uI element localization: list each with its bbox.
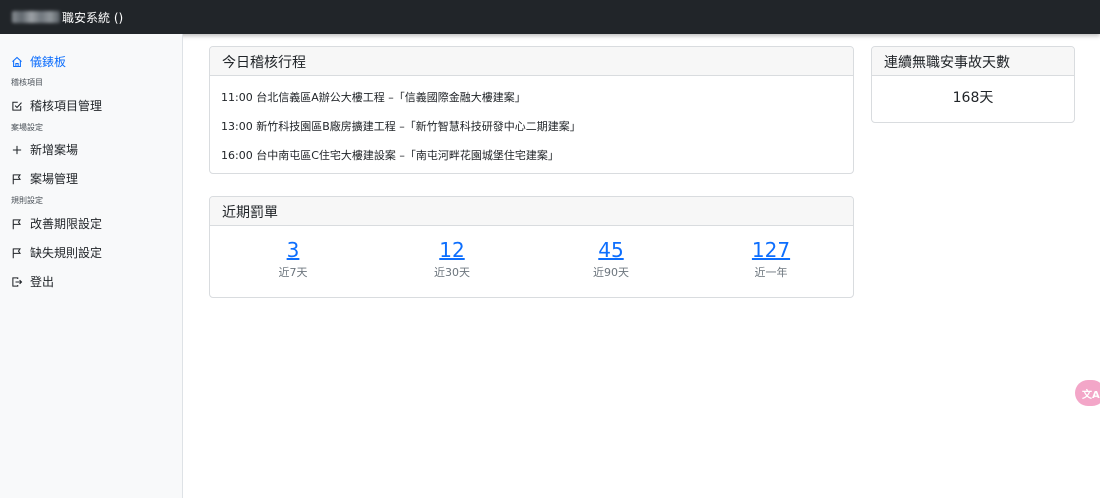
sidebar-item-add-site[interactable]: 新增案場 [10,141,78,158]
penalty-stat-1y: 127 近一年 [696,237,846,280]
sidebar-label: 案場管理 [30,172,79,186]
sidebar-label: 缺失規則設定 [30,246,103,260]
translate-icon: 文A [1082,389,1100,401]
safety-days-value: 168天 [952,90,994,106]
sidebar-section-site: 案場設定 [11,123,43,132]
schedule-card: 今日稽核行程 11:00 台北信義區A辦公大樓工程 –「信義國際金融大樓建案」 … [209,46,854,174]
house-icon [10,55,24,69]
sidebar-section-inspection: 稽核項目 [11,78,43,87]
sidebar-item-defect-rules[interactable]: 缺失規則設定 [10,244,102,261]
flag-icon [10,217,24,231]
card-title: 今日稽核行程 [210,47,853,76]
box-arrow-right-icon [10,275,24,289]
sidebar-label: 儀錶板 [30,55,67,69]
penalty-stat-90d: 45 近90天 [536,237,686,280]
sidebar-label: 改善期限設定 [30,217,103,231]
redacted-name [12,11,60,23]
sidebar-item-logout[interactable]: 登出 [10,273,54,290]
card-title: 連續無職安事故天數 [872,47,1074,76]
app-title: 職安系統 () [62,10,124,25]
translate-float-button[interactable]: 文A [1075,380,1100,406]
penalty-period-label: 近7天 [278,266,308,279]
penalty-count-link[interactable]: 12 [377,237,527,263]
sidebar-item-inspection-manage[interactable]: 稽核項目管理 [10,97,102,114]
sidebar-label: 稽核項目管理 [30,99,103,113]
schedule-item: 13:00 新竹科技園區B廠房擴建工程 –「新竹智慧科技研發中心二期建案」 [221,120,581,133]
sidebar-item-dashboard[interactable]: 儀錶板 [10,53,66,70]
plus-icon [10,143,24,157]
penalty-count-link[interactable]: 127 [696,237,846,263]
safety-days-card: 連續無職安事故天數 168天 [871,46,1075,123]
penalty-stat-7d: 3 近7天 [218,237,368,280]
penalties-card: 近期罰單 3 近7天 12 近30天 45 近90天 127 近一年 [209,196,854,298]
card-title: 近期罰單 [210,197,853,226]
flag-icon [10,172,24,186]
top-navbar: 職安系統 () [0,0,1100,34]
sidebar: 儀錶板 稽核項目 稽核項目管理 案場設定 新增案場 案場管理 規則設定 改善期限… [0,34,183,498]
flag-icon [10,246,24,260]
sidebar-label: 登出 [30,275,55,289]
penalty-count-link[interactable]: 3 [218,237,368,263]
sidebar-label: 新增案場 [30,143,79,157]
schedule-item: 11:00 台北信義區A辦公大樓工程 –「信義國際金融大樓建案」 [221,91,526,104]
check-square-icon [10,99,24,113]
sidebar-item-improve-deadline[interactable]: 改善期限設定 [10,215,102,232]
penalty-period-label: 近30天 [434,266,470,279]
app-brand[interactable]: 職安系統 () [12,9,123,25]
penalty-period-label: 近一年 [754,266,788,279]
sidebar-item-site-manage[interactable]: 案場管理 [10,170,78,187]
schedule-item: 16:00 台中南屯區C住宅大樓建設案 –「南屯河畔花園城堡住宅建案」 [221,149,559,162]
penalty-count-link[interactable]: 45 [536,237,686,263]
penalty-period-label: 近90天 [593,266,629,279]
sidebar-section-rules: 規則設定 [11,196,43,205]
penalty-stat-30d: 12 近30天 [377,237,527,280]
